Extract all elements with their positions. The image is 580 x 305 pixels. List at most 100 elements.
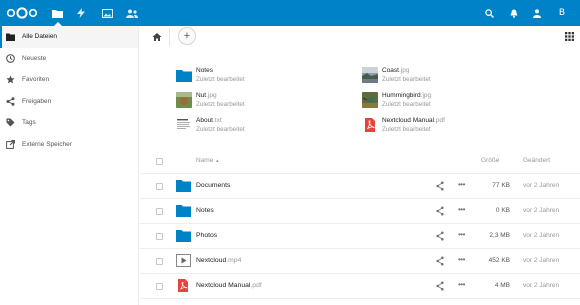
sidebar-item-shares[interactable]: Freigaben [0,91,138,113]
star-icon [6,75,15,84]
share-icon[interactable] [436,231,444,241]
user-menu-button[interactable]: B [551,0,573,26]
contacts-menu-button[interactable] [526,0,548,26]
user-icon [533,8,541,18]
add-button[interactable]: + [178,27,196,45]
file-name: Notes [196,207,214,214]
file-name: Nextcloud [196,257,227,264]
contacts-icon [126,9,138,18]
sidebar-item-label: Alle Dateien [22,33,58,41]
more-actions-icon[interactable]: ••• [458,206,468,216]
sidebar-item-label: Externe Speicher [22,140,72,148]
share-icon[interactable] [436,206,444,216]
recent-item-meta: Zuletzt bearbeitet [196,76,245,83]
pdf-icon [365,118,375,132]
folder-icon [176,230,191,242]
recent-item[interactable]: Nut.jpg Zuletzt bearbeitet [176,91,326,113]
breadcrumb-separator [169,28,170,46]
file-size: 77 KB [492,182,510,189]
lightning-icon [77,8,85,18]
select-all-checkbox[interactable] [156,158,163,165]
breadcrumb: + [140,26,580,48]
grid-view-icon[interactable] [565,32,574,41]
more-actions-icon[interactable]: ••• [458,181,468,191]
recent-item-ext: .txt [213,117,222,124]
image-icon [101,8,113,18]
bell-icon [510,9,518,18]
main-content: + Notes Zuletzt bearbeitet Coast.jpg Zul… [140,26,580,305]
pdf-icon [178,279,188,292]
hummingbird-photo-thumbnail [362,92,378,108]
more-actions-icon[interactable]: ••• [458,281,468,291]
table-row[interactable]: Photos ••• 2,3 MB vor 2 Jahren [140,224,580,249]
table-header: Name ▲ Größe Geändert [140,149,580,174]
clock-icon [6,53,15,63]
search-icon [484,8,494,18]
column-header-size[interactable]: Größe [481,157,499,164]
file-modified: vor 2 Jahren [523,232,560,239]
share-icon[interactable] [436,181,444,191]
sidebar-item-label: Freigaben [22,97,52,105]
row-checkbox[interactable] [156,208,163,215]
file-ext: .mp4 [226,257,242,264]
row-checkbox[interactable] [156,283,163,290]
home-icon[interactable] [152,32,162,42]
file-modified: vor 2 Jahren [523,282,560,289]
tag-icon [6,118,15,127]
recent-item-name: Coast [382,67,399,74]
sidebar-item-tags[interactable]: Tags [0,112,138,134]
avatar: B [554,5,570,21]
sidebar-item-external-storage[interactable]: Externe Speicher [0,134,138,156]
sidebar-item-favorites[interactable]: Favoriten [0,69,138,91]
file-name: Nextcloud Manual [196,282,251,289]
app-activity[interactable] [69,0,93,26]
file-modified: vor 2 Jahren [523,207,560,214]
search-button[interactable] [478,0,500,26]
recent-item-ext: .jpg [398,67,410,74]
table-row[interactable]: Nextcloud Manual.pdf ••• 4 MB vor 2 Jahr… [140,274,580,299]
recent-item[interactable]: Nextcloud Manual.pdf Zuletzt bearbeitet [362,116,512,138]
app-files[interactable] [45,0,69,26]
recent-item[interactable]: About.txt Zuletzt bearbeitet [176,116,326,138]
row-checkbox[interactable] [156,233,163,240]
share-icon[interactable] [436,281,444,291]
recent-item-name: Notes [196,67,213,74]
recent-item-ext: .jpg [206,92,217,99]
more-actions-icon[interactable]: ••• [458,256,468,266]
column-header-modified[interactable]: Geändert [523,157,550,164]
recent-item-meta: Zuletzt bearbeitet [382,101,431,108]
more-actions-icon[interactable]: ••• [458,231,468,241]
recent-item-name: Nut [196,92,207,99]
folder-icon [51,9,63,18]
column-header-name[interactable]: Name ▲ [196,157,220,164]
app-gallery[interactable] [95,0,119,26]
coast-photo-thumbnail [362,67,378,83]
notifications-button[interactable] [503,0,525,26]
recent-item[interactable]: Notes Zuletzt bearbeitet [176,66,326,88]
file-size: 452 KB [488,257,510,264]
recent-item[interactable]: Hummingbird.jpg Zuletzt bearbeitet [362,91,512,113]
table-row[interactable]: Documents ••• 77 KB vor 2 Jahren [140,174,580,199]
recent-item-ext: .jpg [420,92,432,99]
nextcloud-logo[interactable] [6,7,38,19]
external-icon [6,139,15,149]
file-ext: .pdf [250,282,262,289]
sort-ascending-icon: ▲ [215,158,220,163]
table-row[interactable]: Notes ••• 0 KB vor 2 Jahren [140,199,580,224]
sidebar-item-label: Tags [22,119,36,127]
sidebar: Alle Dateien Neueste Favoriten Freigaben… [0,26,139,305]
row-checkbox[interactable] [156,183,163,190]
folder-icon [6,32,15,41]
column-header-name-label: Name [196,157,214,164]
row-checkbox[interactable] [156,258,163,265]
sidebar-item-all-files[interactable]: Alle Dateien [0,26,138,48]
recent-item[interactable]: Coast.jpg Zuletzt bearbeitet [362,66,512,88]
nut-photo-thumbnail [176,92,192,108]
file-table: Name ▲ Größe Geändert Documents ••• 77 K… [140,149,580,299]
recent-item-meta: Zuletzt bearbeitet [382,126,431,133]
video-icon [176,254,191,267]
app-contacts[interactable] [120,0,144,26]
share-icon[interactable] [436,256,444,266]
sidebar-item-recent[interactable]: Neueste [0,48,138,70]
table-row[interactable]: Nextcloud.mp4 ••• 452 KB vor 2 Jahren [140,249,580,274]
